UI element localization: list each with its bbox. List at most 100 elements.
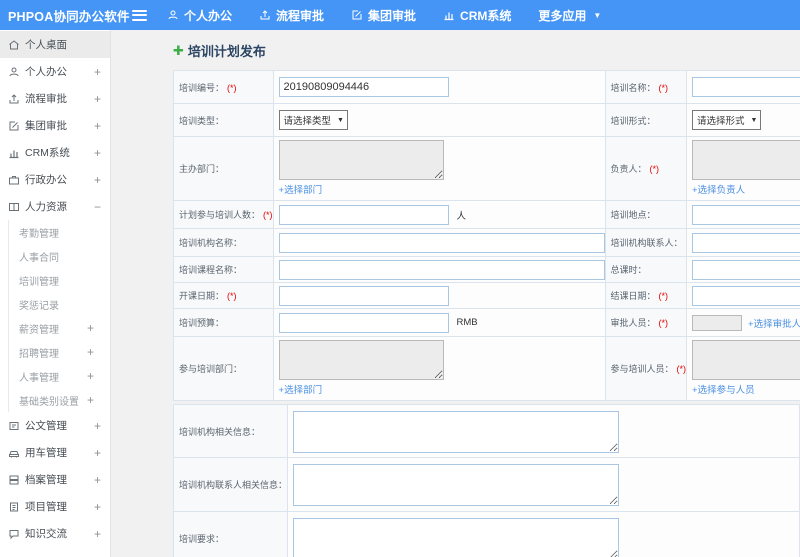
top-nav: 个人办公 流程审批 集团审批 CRM系统 更多应用 ▼: [167, 7, 601, 24]
training-type-select[interactable]: 请选择类型 ▼: [278, 110, 348, 130]
project-icon: [8, 501, 20, 513]
leader-label: 负责人： (*): [604, 136, 688, 201]
expand-icon[interactable]: +: [94, 120, 101, 132]
sidebar-item-base-category-settings[interactable]: 基础类别设置 +: [9, 388, 110, 412]
training-name-input[interactable]: [692, 77, 800, 97]
sidebar-item-attendance-mgmt[interactable]: 考勤管理: [9, 220, 110, 244]
expand-icon[interactable]: +: [94, 66, 101, 78]
training-type-label: 培训类型：: [173, 103, 274, 137]
user-icon: [8, 66, 20, 78]
caret-down-icon: ▼: [750, 116, 758, 124]
nav-workflow-approval[interactable]: 流程审批: [259, 7, 324, 24]
select-dept-link[interactable]: +选择部门: [279, 182, 323, 196]
form-row: 计划参与培训人数： (*) 人 培训地点：: [173, 200, 800, 229]
sidebar-item-workflow-approval[interactable]: 流程审批 +: [0, 85, 110, 112]
user-icon: [167, 9, 179, 21]
doc-icon: [8, 420, 20, 432]
training-form-select[interactable]: 请选择形式 ▼: [692, 110, 762, 130]
expand-icon[interactable]: +: [87, 346, 94, 358]
form-row: 主办部门： +选择部门 负责人： (*) +选择负责人: [173, 136, 800, 201]
total-hours-label: 总课时：: [604, 256, 688, 283]
form-row: 培训课程名称： 总课时：: [173, 256, 800, 283]
org-contact-input[interactable]: [692, 232, 800, 253]
approver-input[interactable]: [692, 314, 743, 331]
form-row: 培训机构相关信息：: [172, 404, 800, 458]
sidebar-item-admin-office[interactable]: 行政办公 +: [0, 166, 110, 193]
org-info-label: 培训机构相关信息：: [172, 404, 289, 458]
participate-dept-textarea[interactable]: [278, 340, 444, 380]
select-leader-link[interactable]: +选择负责人: [692, 182, 745, 196]
select-participants-link[interactable]: +选择参与人员: [692, 382, 755, 396]
hr-submenu: 考勤管理 人事合同 培训管理 奖惩记录 薪资管理 + 招聘管理 + 人事管理 +…: [8, 220, 110, 412]
expand-icon[interactable]: +: [94, 420, 101, 432]
form-row: 参与培训部门： +选择部门 参与培训人员： (*) +选择参与人员: [173, 336, 800, 401]
org-contact-label: 培训机构联系人：: [604, 228, 688, 257]
chart-icon: [8, 147, 20, 159]
form-row: 培训编号：(*) 培训名称：(*): [173, 70, 800, 104]
training-require-textarea[interactable]: [293, 517, 620, 557]
participate-person-textarea[interactable]: [692, 340, 800, 380]
training-form-label: 培训形式：: [604, 103, 688, 137]
training-no-input[interactable]: [278, 77, 449, 97]
flow-icon: [8, 93, 20, 105]
sidebar-item-vehicle-mgmt[interactable]: 用车管理 +: [0, 439, 110, 466]
hamburger-menu-icon[interactable]: [132, 7, 147, 23]
expand-icon[interactable]: +: [94, 147, 101, 159]
expand-icon[interactable]: +: [94, 474, 101, 486]
form-row: 培训预算： RMB 审批人员：(*) +选择审批人员: [173, 308, 800, 337]
nav-label: 集团审批: [368, 8, 417, 23]
expand-icon[interactable]: +: [87, 394, 94, 406]
start-date-input[interactable]: [278, 285, 449, 306]
expand-icon[interactable]: +: [94, 528, 101, 540]
nav-more-apps[interactable]: 更多应用 ▼: [538, 7, 601, 24]
sidebar-item-salary-mgmt[interactable]: 薪资管理 +: [9, 316, 110, 340]
sidebar-item-reward-punish[interactable]: 奖惩记录: [9, 292, 110, 316]
sidebar-item-archive-mgmt[interactable]: 档案管理 +: [0, 466, 110, 493]
nav-label: 流程审批: [276, 8, 325, 23]
training-form-table-bottom: 培训机构相关信息： 培训机构联系人相关信息： 培训要求： 附件文档： +附件上传: [172, 404, 800, 557]
nav-group-approval[interactable]: 集团审批: [351, 7, 416, 24]
sidebar-item-personal-office[interactable]: 个人办公 +: [0, 58, 110, 85]
edit-icon: [351, 9, 363, 21]
form-row: 开课日期： (*) 结课日期： (*): [173, 282, 800, 309]
sidebar-item-recruit-mgmt[interactable]: 招聘管理 +: [9, 340, 110, 364]
sidebar-item-training-mgmt[interactable]: 培训管理: [9, 268, 110, 292]
total-hours-input[interactable]: [692, 259, 800, 280]
end-date-input[interactable]: [692, 285, 800, 306]
sidebar-item-hr[interactable]: 人力资源 −: [0, 193, 110, 220]
select-approver-link[interactable]: +选择审批人员: [748, 316, 800, 330]
budget-input[interactable]: [278, 312, 449, 333]
currency-rmb-label: RMB: [456, 317, 478, 328]
sidebar-item-desktop[interactable]: 个人桌面: [0, 31, 110, 58]
select-dept-link[interactable]: +选择部门: [279, 382, 323, 396]
training-require-label: 培训要求：: [172, 511, 289, 557]
nav-crm[interactable]: CRM系统: [443, 7, 511, 24]
collapse-icon[interactable]: −: [94, 201, 101, 213]
leader-textarea[interactable]: [692, 140, 800, 180]
car-icon: [8, 447, 20, 459]
expand-icon[interactable]: +: [87, 370, 94, 382]
sidebar-item-doc-mgmt[interactable]: 公文管理 +: [0, 412, 110, 439]
sidebar-item-knowledge-exchange[interactable]: 知识交流 +: [0, 520, 110, 547]
caret-down-icon: ▼: [337, 116, 344, 124]
sidebar-item-project-mgmt[interactable]: 项目管理 +: [0, 493, 110, 520]
sidebar-item-personnel-mgmt[interactable]: 人事管理 +: [9, 364, 110, 388]
nav-personal-office[interactable]: 个人办公: [167, 7, 232, 24]
expand-icon[interactable]: +: [94, 447, 101, 459]
planned-participants-input[interactable]: [278, 204, 449, 225]
host-dept-textarea[interactable]: [278, 140, 444, 180]
org-name-input[interactable]: [278, 232, 605, 253]
org-contact-info-label: 培训机构联系人相关信息：: [172, 457, 289, 512]
org-info-textarea[interactable]: [293, 410, 620, 453]
course-name-input[interactable]: [278, 259, 605, 280]
sidebar-item-hr-contract[interactable]: 人事合同: [9, 244, 110, 268]
org-contact-info-textarea[interactable]: [293, 464, 620, 506]
sidebar-item-group-approval[interactable]: 集团审批 +: [0, 112, 110, 139]
sidebar-item-crm[interactable]: CRM系统 +: [0, 139, 110, 166]
green-plus-icon: ✚: [173, 43, 184, 58]
expand-icon[interactable]: +: [87, 322, 94, 334]
expand-icon[interactable]: +: [94, 174, 101, 186]
training-place-input[interactable]: [692, 204, 800, 225]
expand-icon[interactable]: +: [94, 501, 101, 513]
expand-icon[interactable]: +: [94, 93, 101, 105]
